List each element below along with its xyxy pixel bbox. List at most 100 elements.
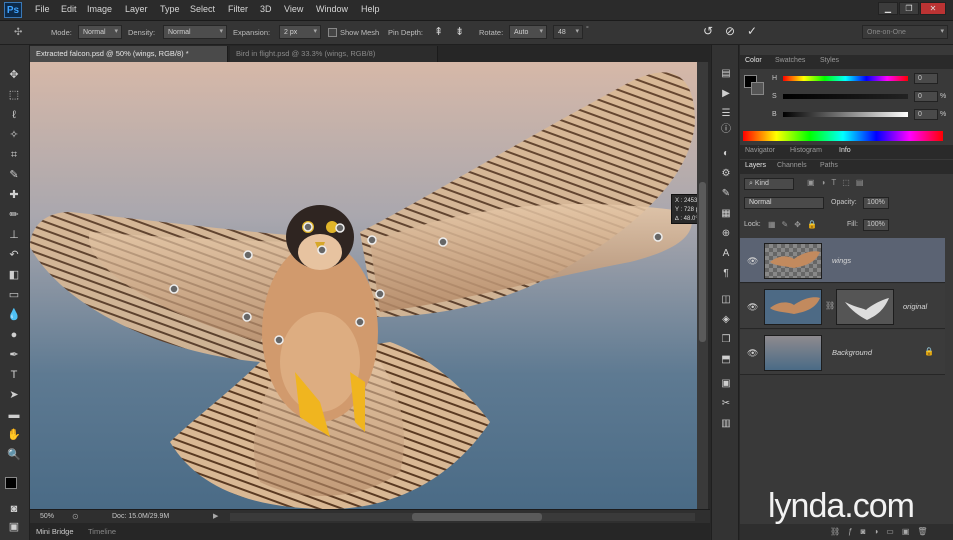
comps-icon[interactable]: ▥ (718, 417, 734, 431)
tab-info[interactable]: Info (839, 147, 851, 154)
info-panel-icon[interactable]: ⓘ (718, 123, 734, 137)
menu-view[interactable]: View (284, 4, 303, 14)
document-canvas[interactable]: X : 2453 px Y : 728 px ∆ : 48.0° (30, 62, 697, 509)
eyedropper-tool-icon[interactable]: ✎ (5, 167, 23, 183)
scroll-thumb[interactable] (412, 513, 542, 521)
color-spectrum[interactable] (743, 131, 943, 141)
gradient-tool-icon[interactable]: ▭ (5, 287, 23, 303)
healing-brush-tool-icon[interactable]: ✚ (5, 187, 23, 203)
rotate-select[interactable]: Auto (509, 25, 547, 39)
menu-filter[interactable]: Filter (228, 4, 248, 14)
tab-color[interactable]: Color (745, 57, 762, 64)
actions-icon[interactable]: ▶ (718, 87, 734, 101)
history-icon[interactable]: ▤ (718, 67, 734, 81)
layer-filter-icons[interactable]: ▣◑T⬚▤ (807, 178, 869, 187)
tab-layers[interactable]: Layers (745, 162, 766, 169)
character-icon[interactable]: A (718, 247, 734, 261)
foreground-color-swatch[interactable] (5, 477, 17, 489)
type-tool-icon[interactable]: T (5, 367, 23, 383)
show-mesh-checkbox[interactable] (328, 28, 337, 37)
properties-icon[interactable]: ☰ (718, 107, 734, 121)
remove-all-pins-icon[interactable]: ↺ (703, 24, 713, 38)
tab-timeline[interactable]: Timeline (88, 527, 116, 536)
tab-extracted-falcon[interactable]: Extracted falcon.psd @ 50% (wings, RGB/8… (30, 46, 228, 62)
screen-mode-icon[interactable]: ▣ (5, 519, 23, 535)
color-background-swatch[interactable] (751, 82, 764, 95)
tab-channels[interactable]: Channels (777, 162, 807, 169)
tab-paths[interactable]: Paths (820, 162, 838, 169)
marquee-tool-icon[interactable]: ⬚ (5, 87, 23, 103)
zoom-level[interactable]: 50% (40, 513, 54, 520)
dodge-tool-icon[interactable]: ● (5, 327, 23, 343)
saturation-slider[interactable] (783, 94, 908, 99)
layer-row-background[interactable]: 👁 Background 🔒 (740, 330, 945, 375)
tab-histogram[interactable]: Histogram (790, 147, 822, 154)
brightness-slider[interactable] (783, 112, 908, 117)
quick-mask-icon[interactable]: ◙ (5, 501, 23, 517)
vertical-scrollbar[interactable] (697, 62, 708, 509)
menu-type[interactable]: Type (160, 4, 180, 14)
menu-layer[interactable]: Layer (125, 4, 148, 14)
move-tool-icon[interactable]: ✥ (5, 67, 23, 83)
tab-bird-in-flight[interactable]: Bird in flight.psd @ 33.3% (wings, RGB/8… (230, 46, 438, 62)
status-menu-icon[interactable]: ⊙ (72, 512, 79, 521)
link-icon[interactable]: ⛓ (825, 301, 835, 310)
close-button[interactable]: ✕ (920, 2, 946, 15)
menu-help[interactable]: Help (361, 4, 380, 14)
history-brush-tool-icon[interactable]: ↶ (5, 247, 23, 263)
crop-tool-icon[interactable]: ⌗ (5, 147, 23, 163)
brightness-input[interactable]: 0 (914, 109, 938, 120)
eye-icon[interactable]: 👁 (747, 256, 758, 267)
blend-mode-select[interactable]: Normal (744, 197, 824, 209)
tab-swatches[interactable]: Swatches (775, 57, 805, 64)
puppet-warp-icon[interactable]: ✣ (14, 27, 22, 38)
eye-icon[interactable]: 👁 (747, 348, 758, 359)
timeline-icon[interactable]: ⬒ (718, 353, 734, 367)
paragraph-icon[interactable]: ¶ (718, 267, 734, 281)
commit-icon[interactable]: ✓ (747, 24, 757, 38)
brush-panel-icon[interactable]: ▦ (718, 207, 734, 221)
blur-tool-icon[interactable]: 💧 (5, 307, 23, 323)
status-arrow-icon[interactable]: ▶ (213, 512, 218, 520)
brush-tool-icon[interactable]: ✏ (5, 207, 23, 223)
menu-3d[interactable]: 3D (260, 4, 272, 14)
opacity-input[interactable]: 100% (863, 197, 889, 209)
pin-backward-icon[interactable]: ⇟ (455, 25, 464, 38)
restore-button[interactable]: ❐ (899, 2, 919, 15)
menu-file[interactable]: File (35, 4, 50, 14)
quick-select-tool-icon[interactable]: ✧ (5, 127, 23, 143)
hand-tool-icon[interactable]: ✋ (5, 427, 23, 443)
brush-presets-icon[interactable]: ✎ (718, 187, 734, 201)
layer-row-original[interactable]: 👁 ⛓ original (740, 284, 945, 329)
lock-icons[interactable]: ▦✎✥🔒 (768, 220, 823, 229)
hue-slider[interactable] (783, 76, 908, 81)
layers-footer-icons[interactable]: ⛓ƒ◙◑▭▣🗑 (830, 527, 936, 536)
3d-icon[interactable]: ❒ (718, 333, 734, 347)
pen-tool-icon[interactable]: ✒ (5, 347, 23, 363)
rotate-angle-input[interactable]: 48 (553, 25, 583, 39)
lasso-tool-icon[interactable]: ℓ (5, 107, 23, 123)
hue-input[interactable]: 0 (914, 73, 938, 84)
scroll-thumb[interactable] (699, 182, 706, 342)
layer-filter-select[interactable]: ⌕ Kind (744, 178, 794, 190)
menu-window[interactable]: Window (316, 4, 348, 14)
mode-select[interactable]: Normal (78, 25, 122, 39)
saturation-input[interactable]: 0 (914, 91, 938, 102)
menu-select[interactable]: Select (190, 4, 215, 14)
cancel-icon[interactable]: ⊘ (725, 24, 735, 38)
eraser-tool-icon[interactable]: ◧ (5, 267, 23, 283)
styles-icon[interactable]: ⚙ (718, 167, 734, 181)
clone-stamp-tool-icon[interactable]: ⊥ (5, 227, 23, 243)
workspace-select[interactable]: One-on-One (862, 25, 948, 39)
shape-tool-icon[interactable]: ▬ (5, 407, 23, 423)
tools-preset-icon[interactable]: ✂ (718, 397, 734, 411)
pin-forward-icon[interactable]: ⇞ (434, 25, 443, 38)
zoom-tool-icon[interactable]: 🔍 (5, 447, 23, 463)
path-selection-tool-icon[interactable]: ➤ (5, 387, 23, 403)
layers-icon[interactable]: ◫ (718, 293, 734, 307)
adjustments-icon[interactable]: ◐ (718, 147, 734, 161)
notes-icon[interactable]: ▣ (718, 377, 734, 391)
fill-input[interactable]: 100% (863, 219, 889, 231)
tab-styles[interactable]: Styles (820, 57, 839, 64)
horizontal-scrollbar[interactable] (230, 513, 695, 521)
